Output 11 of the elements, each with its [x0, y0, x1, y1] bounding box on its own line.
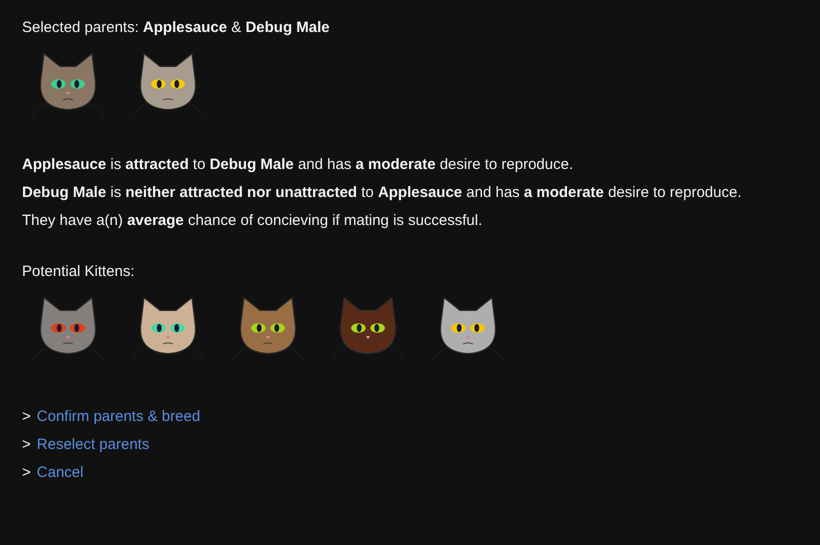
arrow-marker: >: [22, 463, 31, 483]
compatibility-text: They have a(n) average chance of concieving if mating is successful.: [22, 211, 484, 231]
action-link[interactable]: Cancel: [36, 462, 84, 483]
action-link[interactable]: Reselect parents: [36, 434, 150, 455]
kittens-heading: Potential Kittens:: [22, 262, 136, 282]
arrow-marker: >: [22, 435, 31, 455]
action-link[interactable]: Confirm parents & breed: [36, 406, 200, 427]
arrow-marker: >: [22, 407, 31, 427]
selected-parents-text: Selected parents: Applesauce & Debug Male: [22, 18, 331, 38]
compatibility-text: Debug Male is neither attracted nor unattracted to Applesauce and has a moderate desire to reproduce.: [22, 183, 742, 203]
compatibility-text: Applesauce is attracted to Debug Male and has a moderate desire to reproduce.: [22, 155, 574, 175]
